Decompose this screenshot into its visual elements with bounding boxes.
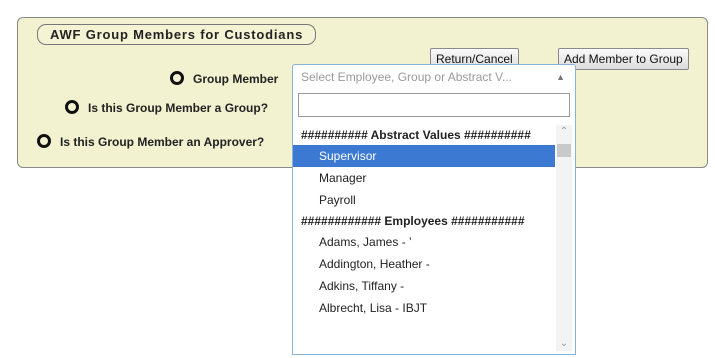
option-employee[interactable]: Addington, Heather - [293, 253, 555, 275]
is-approver-row: Is this Group Member an Approver? [37, 134, 264, 150]
dropdown-search-input[interactable] [298, 93, 570, 117]
option-employee[interactable]: Adkins, Tiffany - [293, 275, 555, 297]
group-member-label: Group Member [193, 72, 279, 86]
dropdown-scrollbar[interactable]: ⌃ ⌄ [556, 125, 572, 351]
group-member-select[interactable]: Select Employee, Group or Abstract V... … [292, 64, 576, 90]
chevron-up-icon: ▲ [556, 72, 565, 82]
option-employee[interactable]: Adams, James - ’ [293, 231, 555, 253]
is-approver-label: Is this Group Member an Approver? [60, 135, 265, 149]
ring-icon [37, 134, 51, 148]
is-group-label: Is this Group Member a Group? [88, 101, 269, 115]
chevron-down-icon[interactable]: ⌄ [556, 337, 572, 351]
option-manager[interactable]: Manager [293, 167, 555, 189]
add-member-button[interactable]: Add Member to Group [558, 48, 689, 70]
dropdown-options: ########## Abstract Values ########## Su… [293, 125, 555, 319]
select-dropdown: ########## Abstract Values ########## Su… [292, 89, 576, 355]
scrollbar-thumb[interactable] [557, 144, 571, 157]
select-placeholder: Select Employee, Group or Abstract V... [301, 70, 512, 84]
option-supervisor[interactable]: Supervisor [293, 145, 555, 167]
option-employee[interactable]: Albrecht, Lisa - IBJT [293, 297, 555, 319]
option-payroll[interactable]: Payroll [293, 189, 555, 211]
panel-title: AWF Group Members for Custodians [37, 24, 317, 45]
ring-icon [65, 100, 79, 114]
group-member-row: Group Member [170, 71, 278, 87]
ring-icon [170, 71, 184, 85]
is-group-row: Is this Group Member a Group? [65, 100, 268, 116]
chevron-up-icon[interactable]: ⌃ [556, 125, 572, 139]
optgroup-employees: ############ Employees ########### [301, 214, 525, 228]
optgroup-abstract-values: ########## Abstract Values ########## [301, 128, 531, 142]
